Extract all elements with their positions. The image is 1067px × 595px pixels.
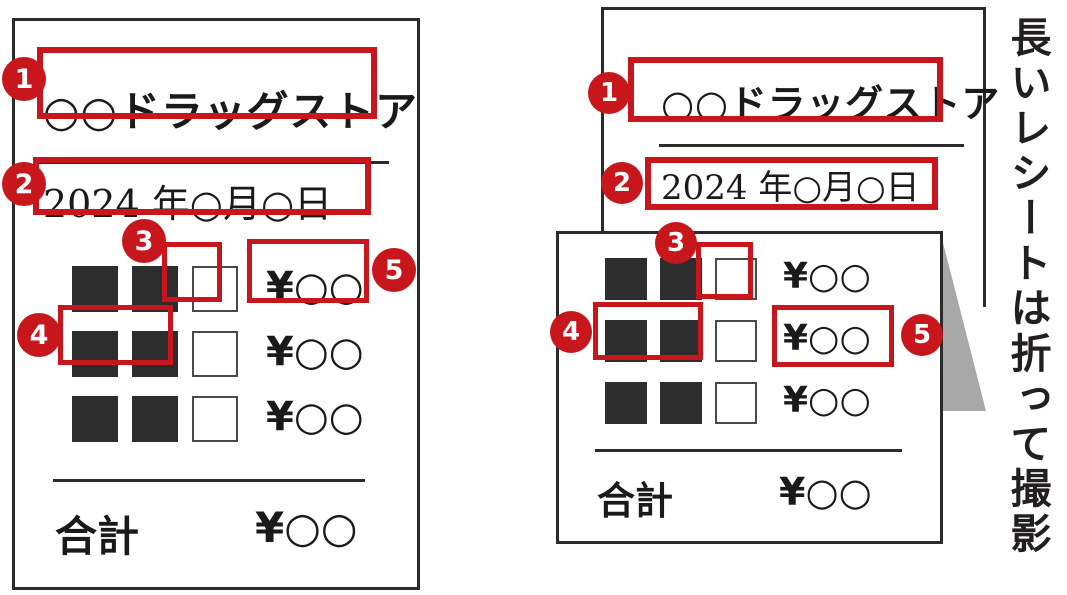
badge-2: 2 <box>2 162 46 206</box>
item-block-hollow <box>192 331 238 377</box>
badge-3: 3 <box>655 222 697 264</box>
badge-4: 4 <box>550 311 592 353</box>
badge-4: 4 <box>17 313 61 357</box>
item-block-filled <box>72 396 118 442</box>
item-row <box>605 382 757 424</box>
highlight-item-block <box>696 242 753 299</box>
item-block-hollow <box>715 320 757 362</box>
item-price-text: ¥○○ <box>783 380 871 421</box>
item-price: ¥○○ <box>783 256 871 297</box>
divider-total <box>595 449 902 452</box>
item-block-filled <box>605 382 647 424</box>
item-block-filled <box>132 396 178 442</box>
badge-5: 5 <box>901 314 943 356</box>
total-price: ¥○○ <box>779 470 872 514</box>
item-price: ¥○○ <box>783 380 871 421</box>
item-price-text: ¥○○ <box>266 394 364 440</box>
item-block-hollow <box>715 382 757 424</box>
highlight-store-name <box>37 47 377 119</box>
badge-1: 1 <box>588 72 630 114</box>
item-block-filled <box>605 258 647 300</box>
highlight-item-block <box>162 242 222 302</box>
item-price-text: ¥○○ <box>266 329 364 375</box>
vertical-caption: 長いレシートは折って撮影 <box>1003 16 1051 558</box>
total-label: 合計 <box>55 512 140 561</box>
total-price-text: ¥○○ <box>255 503 358 552</box>
highlight-item-row <box>593 302 703 360</box>
item-price-text: ¥○○ <box>783 256 871 297</box>
item-price: ¥○○ <box>266 329 364 375</box>
highlight-price <box>772 305 894 367</box>
highlight-date <box>645 157 938 210</box>
badge-3: 3 <box>122 219 166 263</box>
highlight-date <box>33 157 371 215</box>
highlight-item-row <box>58 305 173 365</box>
item-price: ¥○○ <box>266 394 364 440</box>
total-price: ¥○○ <box>255 503 358 552</box>
badge-1: 1 <box>2 57 46 101</box>
total-price-text: ¥○○ <box>779 470 872 514</box>
highlight-store-name <box>628 57 943 122</box>
badge-2: 2 <box>601 162 643 204</box>
item-block-filled <box>660 382 702 424</box>
divider-top <box>659 144 964 147</box>
highlight-price <box>247 239 369 303</box>
item-row <box>72 396 238 442</box>
total-label: 合計 <box>597 479 674 523</box>
divider-total <box>53 479 365 482</box>
item-block-hollow <box>192 396 238 442</box>
badge-5: 5 <box>372 248 416 292</box>
